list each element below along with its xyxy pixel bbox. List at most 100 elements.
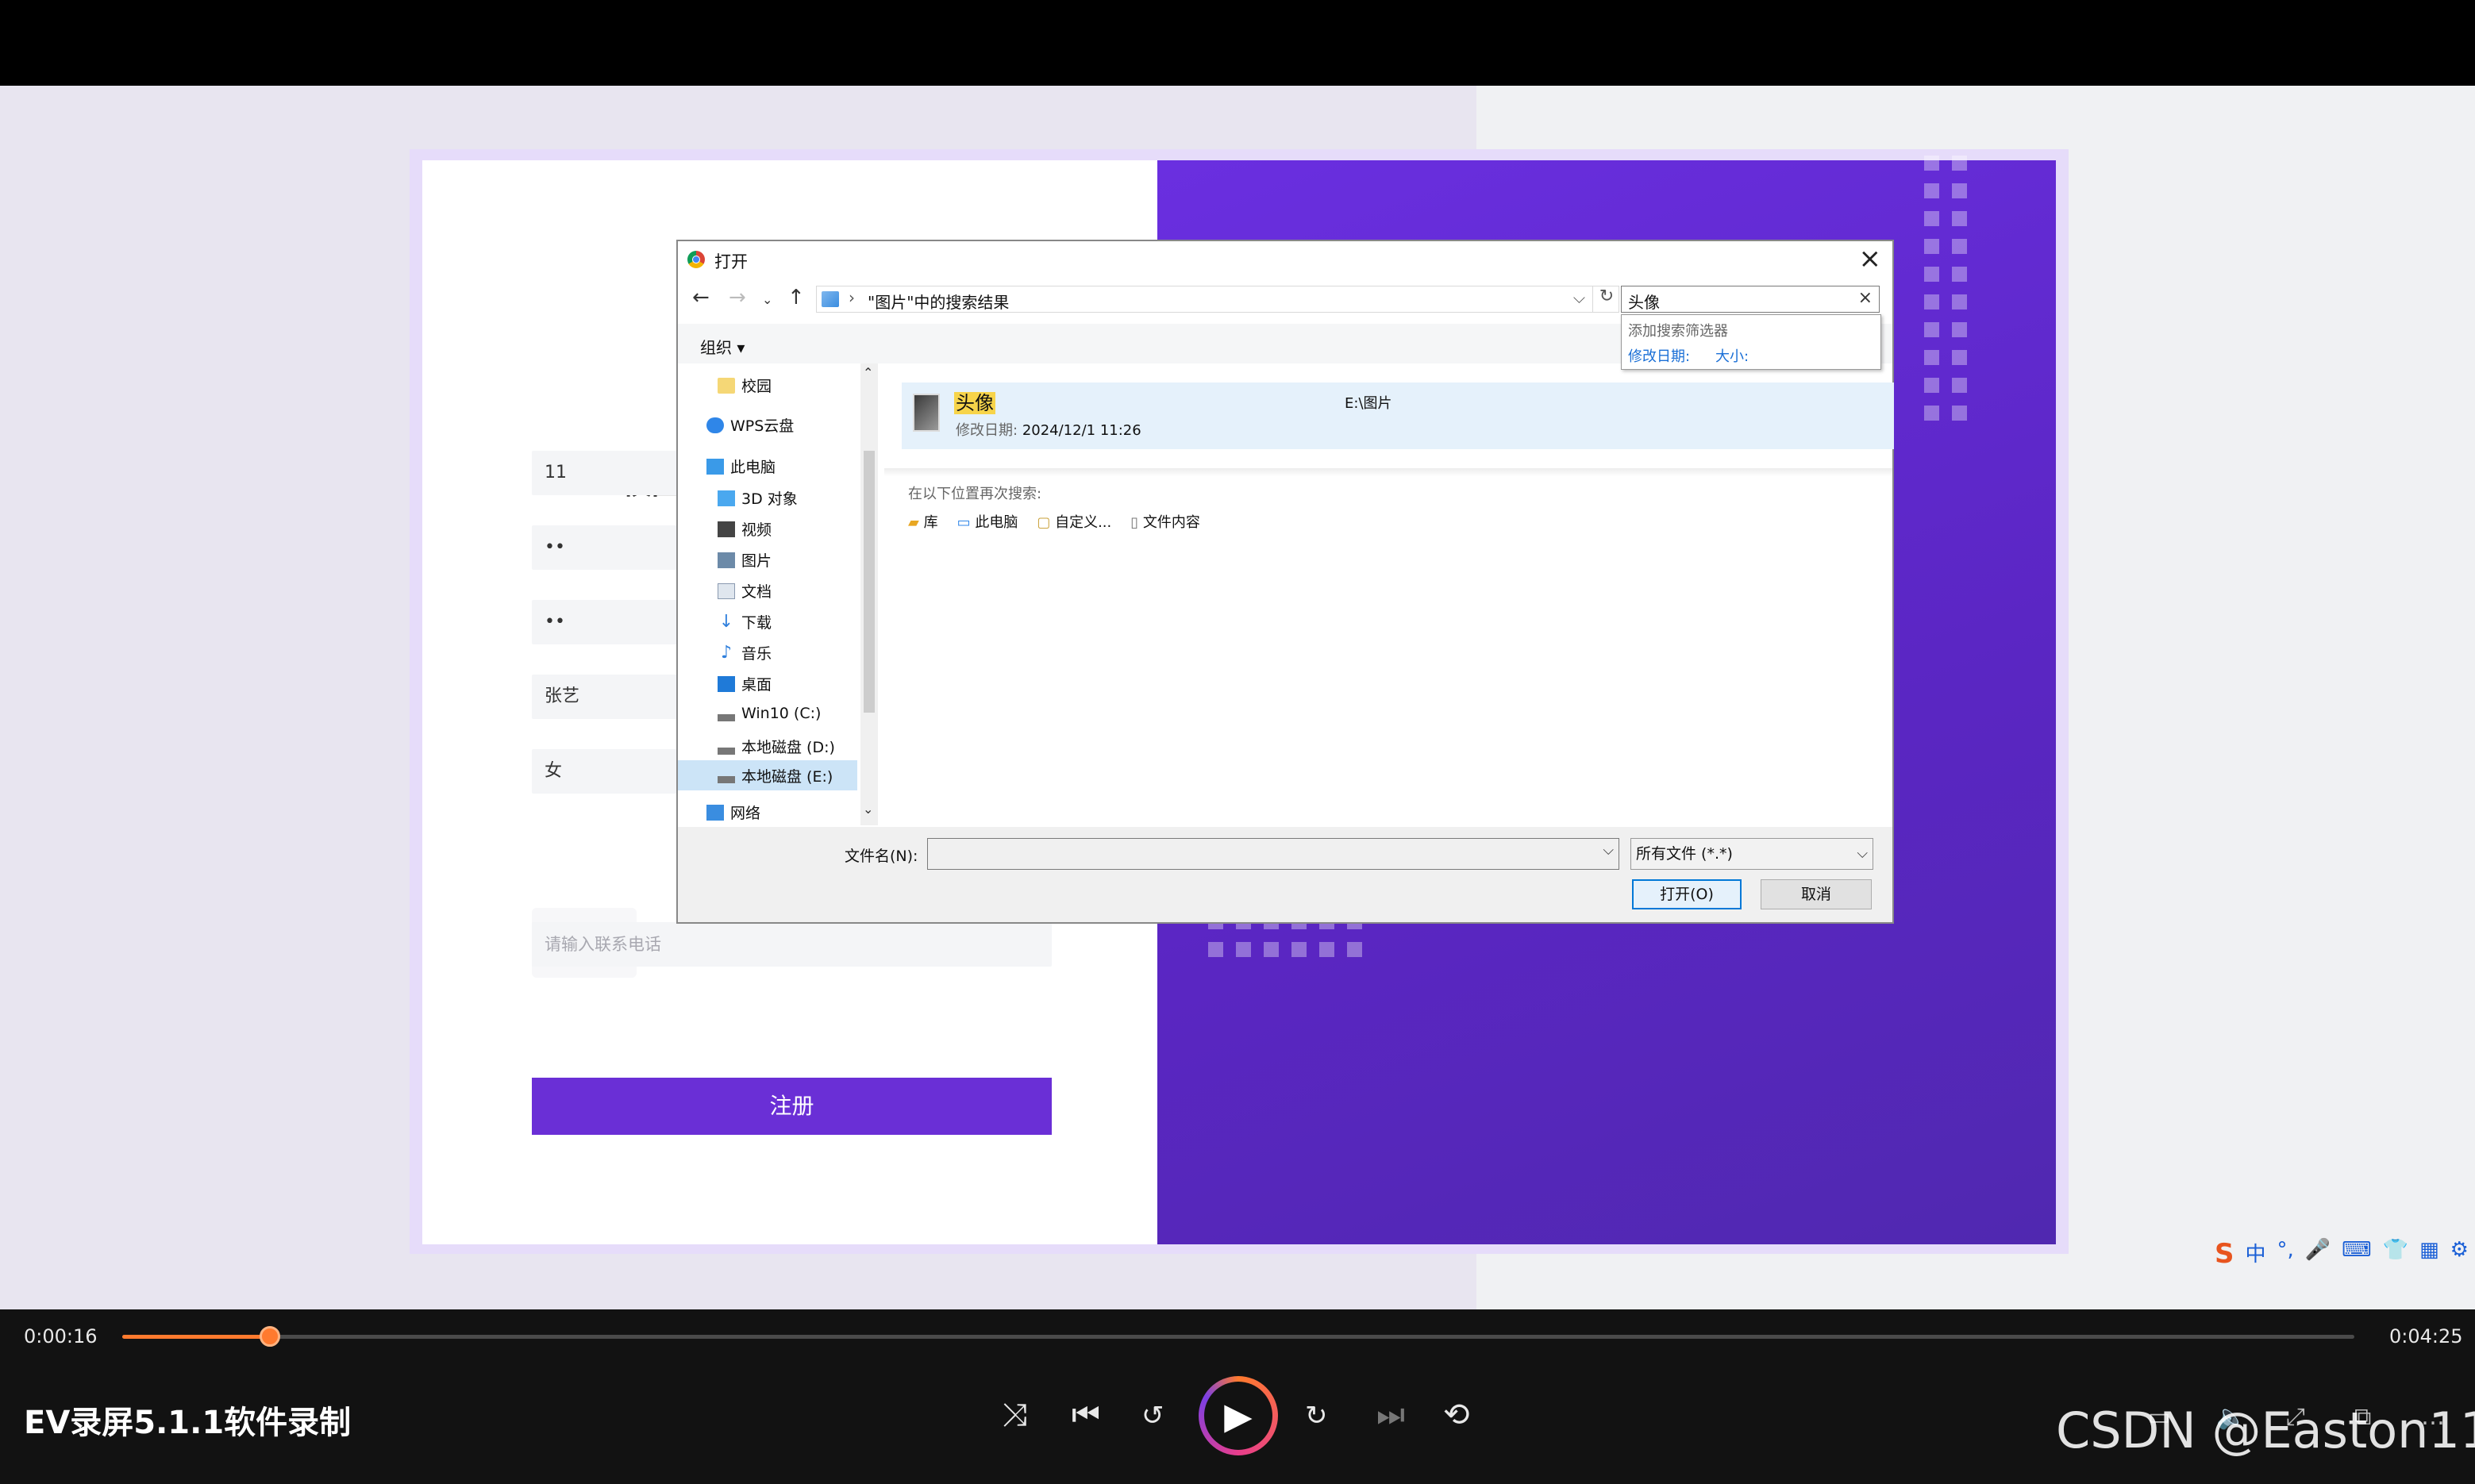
filetype-select[interactable]: 所有文件 (*.*) ⌵ [1630,838,1873,870]
ime-toolbox-icon[interactable]: ▦ [2419,1238,2439,1270]
csdn-watermark: CSDN @Easton111 [2056,1401,2475,1459]
separator [884,468,1892,476]
computer-icon [706,458,724,475]
address-dropdown-icon[interactable]: ⌵ [1573,288,1585,307]
progress-knob[interactable] [259,1326,280,1347]
nav-item-videos[interactable]: 视频 [718,518,772,540]
search-again-library[interactable]: ▰ 库 [908,511,938,532]
music-icon: ♪ [720,642,733,663]
rewind-10-icon[interactable]: ↺ [1141,1400,1164,1432]
ime-keyboard-icon[interactable]: ⌨ [2342,1238,2372,1270]
register-button[interactable]: 注册 [532,1078,1052,1135]
search-result-item[interactable]: 头像 修改日期: 2024/12/1 11:26 E:\图片 [902,383,1894,449]
filename-input[interactable]: ⌵ [927,838,1619,870]
file-thumbnail-icon [913,394,940,432]
filter-modified-date[interactable]: 修改日期: [1628,345,1690,366]
download-icon: ↓ [718,611,734,632]
filetype-value: 所有文件 (*.*) [1636,845,1733,863]
nav-item-campus[interactable]: 校园 [718,375,772,396]
player-controls: 0:00:16 0:04:25 EV录屏5.1.1软件录制 ⤨ ⏮ ↺ ▶ ↻ … [0,1309,2475,1484]
total-time: 0:04:25 [2389,1325,2463,1348]
scroll-down-icon[interactable]: ⌄ [863,802,873,817]
document-icon [718,582,735,599]
search-input[interactable]: 头像 × [1621,286,1880,313]
previous-icon[interactable]: ⏮ [1072,1397,1100,1433]
nav-item-music[interactable]: ♪ 音乐 [718,642,772,663]
recent-chevron-icon[interactable]: ⌄ [762,292,772,307]
video-title: EV录屏5.1.1软件录制 [24,1405,352,1441]
filter-size[interactable]: 大小: [1715,345,1749,366]
refresh-icon[interactable]: ↻ [1592,286,1620,312]
nav-scrollbar[interactable]: ⌃ ⌄ [860,363,878,825]
library-folder-icon: ▰ [908,514,919,531]
folder-icon [718,377,735,394]
dialog-title: 打开 [714,252,748,271]
next-icon[interactable]: ⏭ [1376,1397,1405,1433]
close-icon[interactable]: × [1859,243,1882,275]
navigation-pane: 校园 WPS云盘 此电脑 3D 对象 视频 图片 文档 ↓ 下载 ♪ 音乐 桌面… [678,363,878,825]
filename-label: 文件名(N): [845,848,918,865]
nav-item-pictures[interactable]: 图片 [718,549,772,571]
nav-item-drive-d[interactable]: 本地磁盘 (D:) [718,736,835,757]
results-pane: 头像 修改日期: 2024/12/1 11:26 E:\图片 在以下位置再次搜索… [884,363,1894,825]
result-name: 头像 [954,392,995,414]
breadcrumb-chevron-icon: › [849,288,855,307]
play-icon: ▶ [1204,1382,1272,1450]
search-again-this-pc[interactable]: ▭ 此电脑 [957,511,1018,532]
ime-punctuation[interactable]: °, [2277,1238,2294,1270]
drive-icon [718,705,735,721]
progress-track[interactable] [122,1326,2354,1347]
ime-settings-icon[interactable]: ⚙ [2450,1238,2469,1270]
nav-item-network[interactable]: 网络 [706,802,760,823]
phone-input[interactable]: 请输入联系电话 [532,922,1052,967]
ime-skin-icon[interactable]: 👕 [2383,1238,2408,1270]
video-icon [718,521,735,537]
pictures-icon [718,552,735,568]
nav-item-desktop[interactable]: 桌面 [718,673,772,694]
ime-toolbar: S 中 °, 🎤 ⌨ 👕 ▦ ⚙ [2215,1238,2469,1270]
address-text: "图片"中的搜索结果 [868,293,1010,312]
back-arrow-icon[interactable]: ← [692,286,710,309]
drive-icon [718,738,735,755]
dot-pattern-top [1924,156,1967,421]
clear-search-icon[interactable]: × [1858,288,1873,308]
cloud-icon [706,417,724,433]
loop-icon[interactable]: ⟲ [1443,1397,1470,1433]
document-icon: ▯ [1130,514,1139,531]
up-arrow-icon[interactable]: ↑ [787,286,805,309]
ime-chinese-mode[interactable]: 中 [2246,1238,2266,1270]
modified-label: 修改日期: [956,422,1018,439]
filter-heading: 添加搜索筛选器 [1628,323,1728,340]
scroll-thumb[interactable] [864,451,875,713]
nav-item-wps-cloud[interactable]: WPS云盘 [706,414,794,436]
nav-item-downloads[interactable]: ↓ 下载 [718,611,772,632]
nav-item-3d-objects[interactable]: 3D 对象 [718,487,798,509]
nav-item-drive-c[interactable]: Win10 (C:) [718,705,821,722]
chrome-icon [687,251,705,268]
search-filter-popup: 添加搜索筛选器 修改日期: 大小: [1621,314,1881,370]
search-again-file-contents[interactable]: ▯ 文件内容 [1130,511,1200,532]
result-location: E:\图片 [1345,395,1392,412]
sogou-logo-icon: S [2215,1238,2234,1270]
desktop-icon [718,675,735,692]
nav-item-this-pc[interactable]: 此电脑 [706,456,776,477]
play-button[interactable]: ▶ [1199,1376,1278,1455]
search-again-custom[interactable]: ▢ 自定义... [1037,511,1111,532]
address-bar[interactable]: › "图片"中的搜索结果 ⌵ ↻ [816,286,1619,313]
search-value: 头像 [1628,293,1660,312]
cube-icon [718,490,735,506]
library-icon [822,291,839,307]
cancel-button[interactable]: 取消 [1761,879,1872,909]
filename-dropdown-icon[interactable]: ⌵ [1603,842,1614,859]
forward-arrow-icon[interactable]: → [729,286,746,309]
computer-icon: ▭ [957,514,971,531]
open-button[interactable]: 打开(O) [1632,879,1742,909]
current-time: 0:00:16 [24,1325,98,1348]
organize-button[interactable]: 组织 ▾ [700,335,745,358]
nav-item-documents[interactable]: 文档 [718,580,772,602]
forward-30-icon[interactable]: ↻ [1305,1400,1328,1432]
nav-item-drive-e[interactable]: 本地磁盘 (E:) [678,760,857,790]
scroll-up-icon[interactable]: ⌃ [863,365,873,380]
ime-microphone-icon[interactable]: 🎤 [2305,1238,2331,1270]
shuffle-icon[interactable]: ⤨ [1002,1397,1027,1433]
